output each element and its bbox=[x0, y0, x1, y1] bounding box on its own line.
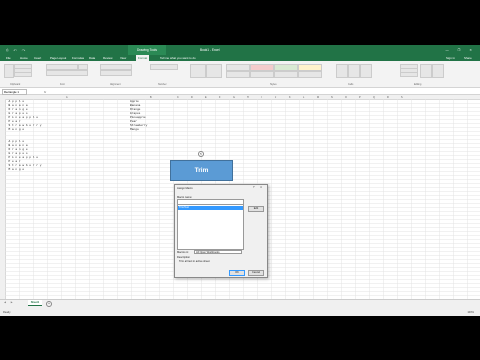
cell-e8[interactable]: Strawberry bbox=[130, 124, 147, 127]
format-painter-button[interactable] bbox=[14, 72, 32, 77]
status-mode: Ready bbox=[3, 311, 11, 314]
assign-macro-dialog: Assign Macro ? ✕ Macro name: TrimText Ed… bbox=[174, 184, 268, 278]
share-button[interactable]: Share bbox=[464, 56, 472, 60]
group-font: Font bbox=[60, 83, 65, 86]
indent-buttons[interactable] bbox=[100, 70, 132, 76]
style-neutral[interactable] bbox=[298, 64, 322, 71]
cell-a9[interactable]: M a n g o bbox=[5, 128, 24, 131]
style-input[interactable] bbox=[298, 71, 322, 78]
rotate-handle-icon[interactable]: ↻ bbox=[198, 151, 204, 157]
cell-e4[interactable]: Orange bbox=[130, 108, 140, 111]
cell-a5[interactable]: G r a p e s bbox=[5, 112, 27, 115]
name-box[interactable]: Rectangle 1 bbox=[2, 88, 27, 95]
sheet-nav-arrows[interactable]: ◀ ▶ bbox=[4, 301, 15, 304]
cell-a15[interactable]: G r a p e s bbox=[5, 152, 27, 155]
style-normal[interactable] bbox=[226, 64, 250, 71]
cell-e2[interactable]: Apple bbox=[130, 100, 139, 103]
tab-view[interactable]: View bbox=[120, 56, 126, 60]
zoom-level[interactable]: 100% bbox=[467, 311, 474, 314]
cell-a2[interactable]: A p p l e bbox=[5, 100, 24, 103]
tab-home[interactable]: Home bbox=[20, 56, 28, 60]
group-clipboard: Clipboard bbox=[10, 83, 21, 86]
tell-me-box[interactable]: Tell me what you want to do bbox=[160, 56, 196, 60]
excel-window: ⎙ ↶ ↷ Drawing Tools Book1 - Excel — ❐ ✕ … bbox=[0, 45, 480, 316]
group-editing: Editing bbox=[414, 83, 422, 86]
window-title: Book1 - Excel bbox=[200, 48, 220, 52]
cell-e3[interactable]: Banana bbox=[130, 104, 140, 107]
sign-in-link[interactable]: Sign in bbox=[446, 56, 455, 60]
cell-a8[interactable]: S t r a w b e r r y bbox=[5, 124, 41, 127]
status-bar: Ready 100% bbox=[0, 309, 480, 316]
quick-access-toolbar[interactable]: ⎙ ↶ ↷ bbox=[6, 48, 27, 52]
cell-a19[interactable]: M a n g o bbox=[5, 168, 24, 171]
style-good[interactable] bbox=[274, 64, 298, 71]
title-bar: ⎙ ↶ ↷ Drawing Tools Book1 - Excel — ❐ ✕ bbox=[0, 45, 480, 55]
cell-e9[interactable]: Mango bbox=[130, 128, 139, 131]
macros-in-select[interactable]: All Open Workbooks bbox=[194, 250, 242, 254]
trim-shape-button[interactable]: Trim bbox=[170, 160, 233, 181]
tab-formulas[interactable]: Formulas bbox=[72, 56, 84, 60]
cell-a3[interactable]: B a n a n a bbox=[5, 104, 27, 107]
find-select-button[interactable] bbox=[432, 64, 444, 78]
ok-button[interactable]: OK bbox=[229, 270, 245, 276]
macro-list[interactable]: TrimText bbox=[177, 204, 244, 250]
cell-a16[interactable]: P i n e a p p l e bbox=[5, 156, 38, 159]
drawing-tools-context-tab: Drawing Tools bbox=[128, 45, 166, 55]
group-alignment: Alignment bbox=[110, 83, 121, 86]
tab-page-layout[interactable]: Page Layout bbox=[50, 56, 66, 60]
ribbon-panel: Clipboard Font Alignment Number Styles C… bbox=[0, 61, 480, 88]
cell-a18[interactable]: S t r a w b e r r y bbox=[5, 164, 41, 167]
window-controls[interactable]: — ❐ ✕ bbox=[446, 48, 477, 52]
list-item[interactable]: TrimText bbox=[178, 206, 243, 210]
cell-a17[interactable]: P e a r bbox=[5, 160, 20, 163]
add-sheet-icon[interactable]: + bbox=[46, 300, 52, 307]
close-icon[interactable]: ✕ bbox=[260, 186, 262, 189]
style-bad[interactable] bbox=[250, 64, 274, 71]
description-label: Description bbox=[177, 256, 190, 259]
cell-a14[interactable]: O r a n g e bbox=[5, 148, 27, 151]
group-styles: Styles bbox=[270, 83, 277, 86]
sheet-tab-sheet1[interactable]: Sheet1 bbox=[28, 300, 42, 306]
cell-a12[interactable]: A p p l e bbox=[5, 140, 24, 143]
paste-button[interactable] bbox=[4, 64, 14, 78]
sheet-tab-bar: ◀ ▶ Sheet1 + bbox=[0, 299, 480, 309]
help-icon[interactable]: ? bbox=[253, 186, 254, 189]
cell-a13[interactable]: B a n a n a bbox=[5, 144, 27, 147]
formula-bar: Rectangle 1 fx bbox=[0, 88, 480, 95]
cell-a4[interactable]: O r a n g e bbox=[5, 108, 27, 111]
cell-a6[interactable]: P i n e a p p l e bbox=[5, 116, 38, 119]
clear-button[interactable] bbox=[400, 72, 418, 77]
format-cells-button[interactable] bbox=[360, 64, 372, 78]
conditional-formatting-button[interactable] bbox=[190, 64, 206, 78]
tab-review[interactable]: Review bbox=[103, 56, 112, 60]
cell-e7[interactable]: Pear bbox=[130, 120, 137, 123]
group-number: Number bbox=[158, 83, 167, 86]
macros-in-label: Macros in: bbox=[177, 251, 189, 254]
edit-button[interactable]: Edit bbox=[248, 206, 264, 212]
dialog-title: Assign Macro bbox=[177, 187, 193, 190]
cell-e6[interactable]: Pineapple bbox=[130, 116, 146, 119]
number-format-select[interactable] bbox=[150, 64, 178, 70]
format-as-table-button[interactable] bbox=[206, 64, 222, 78]
cell-e5[interactable]: Grapes bbox=[130, 112, 140, 115]
style-calculation[interactable] bbox=[226, 71, 250, 78]
delete-cells-button[interactable] bbox=[348, 64, 360, 78]
tab-insert[interactable]: Insert bbox=[34, 56, 41, 60]
sort-filter-button[interactable] bbox=[420, 64, 432, 78]
tab-data[interactable]: Data bbox=[89, 56, 95, 60]
description-text: Trim all text in active sheet bbox=[179, 260, 210, 263]
cell-a7[interactable]: P e a r bbox=[5, 120, 20, 123]
style-check-cell[interactable] bbox=[250, 71, 274, 78]
insert-cells-button[interactable] bbox=[336, 64, 348, 78]
style-explanatory[interactable] bbox=[274, 71, 298, 78]
group-cells: Cells bbox=[348, 83, 354, 86]
font-format-buttons[interactable] bbox=[46, 70, 88, 76]
cancel-button[interactable]: Cancel bbox=[248, 270, 264, 276]
fx-icon[interactable]: fx bbox=[44, 90, 46, 94]
tab-file[interactable]: File bbox=[6, 56, 11, 60]
